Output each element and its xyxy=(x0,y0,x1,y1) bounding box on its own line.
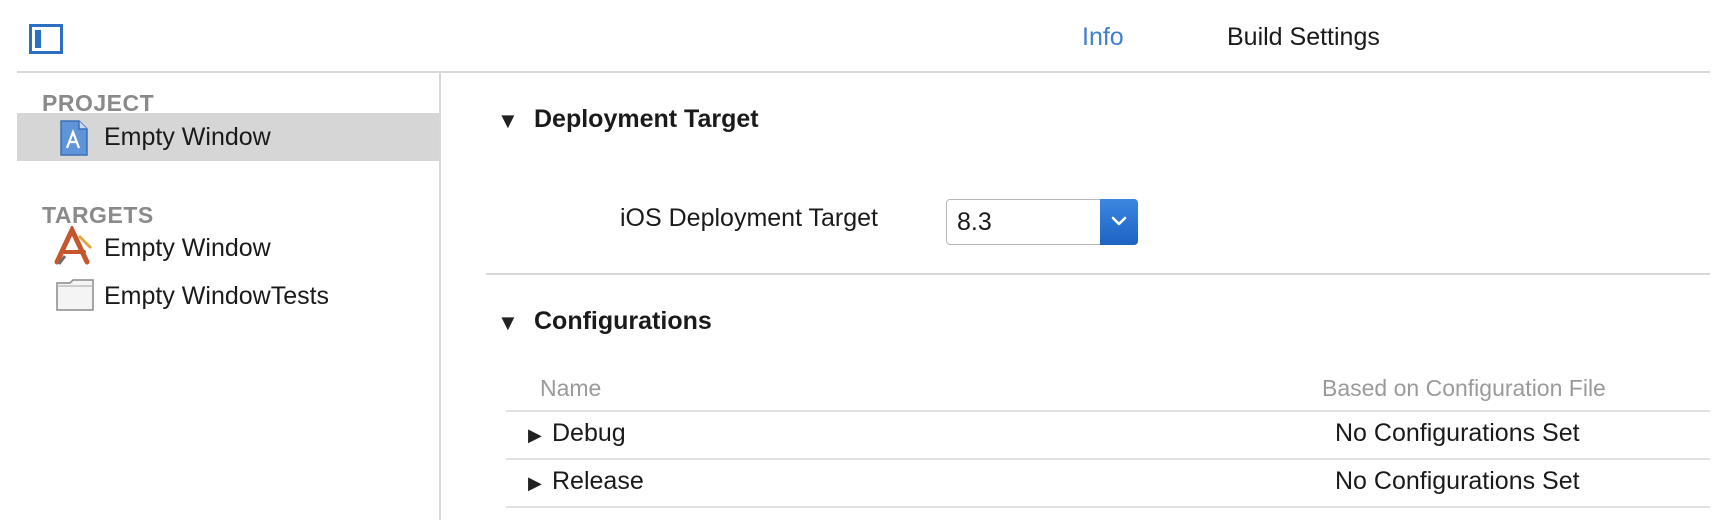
column-header-config-file[interactable]: Based on Configuration File xyxy=(1322,375,1606,402)
xcode-project-editor: Info Build Settings PROJECT Empty Window… xyxy=(0,0,1728,520)
chevron-down-icon[interactable] xyxy=(1100,199,1138,245)
config-name: Release xyxy=(552,467,644,495)
table-row[interactable]: ▶ Debug No Configurations Set xyxy=(506,412,1710,458)
configurations-title: Configurations xyxy=(534,307,712,335)
config-name: Debug xyxy=(552,419,626,447)
table-row[interactable]: ▶ Release No Configurations Set xyxy=(506,460,1710,506)
tab-info[interactable]: Info xyxy=(1082,20,1124,54)
tab-build-settings[interactable]: Build Settings xyxy=(1227,20,1380,54)
editor-toolbar: Info Build Settings xyxy=(0,0,1728,73)
target-item-label: Empty WindowTests xyxy=(104,282,330,310)
config-file-value: No Configurations Set xyxy=(1335,467,1580,495)
project-target-list: PROJECT Empty Window TARGETS Empty Windo… xyxy=(17,73,439,520)
disclosure-triangle-down-icon[interactable]: ▼ xyxy=(497,310,519,336)
section-divider xyxy=(486,273,1710,275)
disclosure-triangle-right-icon[interactable]: ▶ xyxy=(528,425,542,446)
ios-deployment-target-select[interactable]: 8.3 xyxy=(946,199,1138,245)
row-divider xyxy=(506,506,1710,508)
deployment-target-title: Deployment Target xyxy=(534,105,759,133)
show-navigator-icon[interactable] xyxy=(29,24,63,54)
project-item-label: Empty Window xyxy=(104,123,271,151)
config-file-value: No Configurations Set xyxy=(1335,419,1580,447)
disclosure-triangle-right-icon[interactable]: ▶ xyxy=(528,473,542,494)
project-file-icon xyxy=(59,120,89,156)
ios-deployment-target-label: iOS Deployment Target xyxy=(620,204,878,232)
project-item-empty-window[interactable]: Empty Window xyxy=(17,113,439,161)
app-target-icon xyxy=(53,224,95,266)
target-item-empty-window-tests[interactable]: Empty WindowTests xyxy=(17,272,439,320)
navigator-divider xyxy=(439,73,441,520)
target-item-label: Empty Window xyxy=(104,234,271,262)
test-bundle-icon xyxy=(55,278,95,312)
target-item-empty-window[interactable]: Empty Window xyxy=(17,224,439,272)
column-header-name[interactable]: Name xyxy=(540,375,601,402)
disclosure-triangle-down-icon[interactable]: ▼ xyxy=(497,108,519,134)
deployment-target-value: 8.3 xyxy=(957,208,992,236)
